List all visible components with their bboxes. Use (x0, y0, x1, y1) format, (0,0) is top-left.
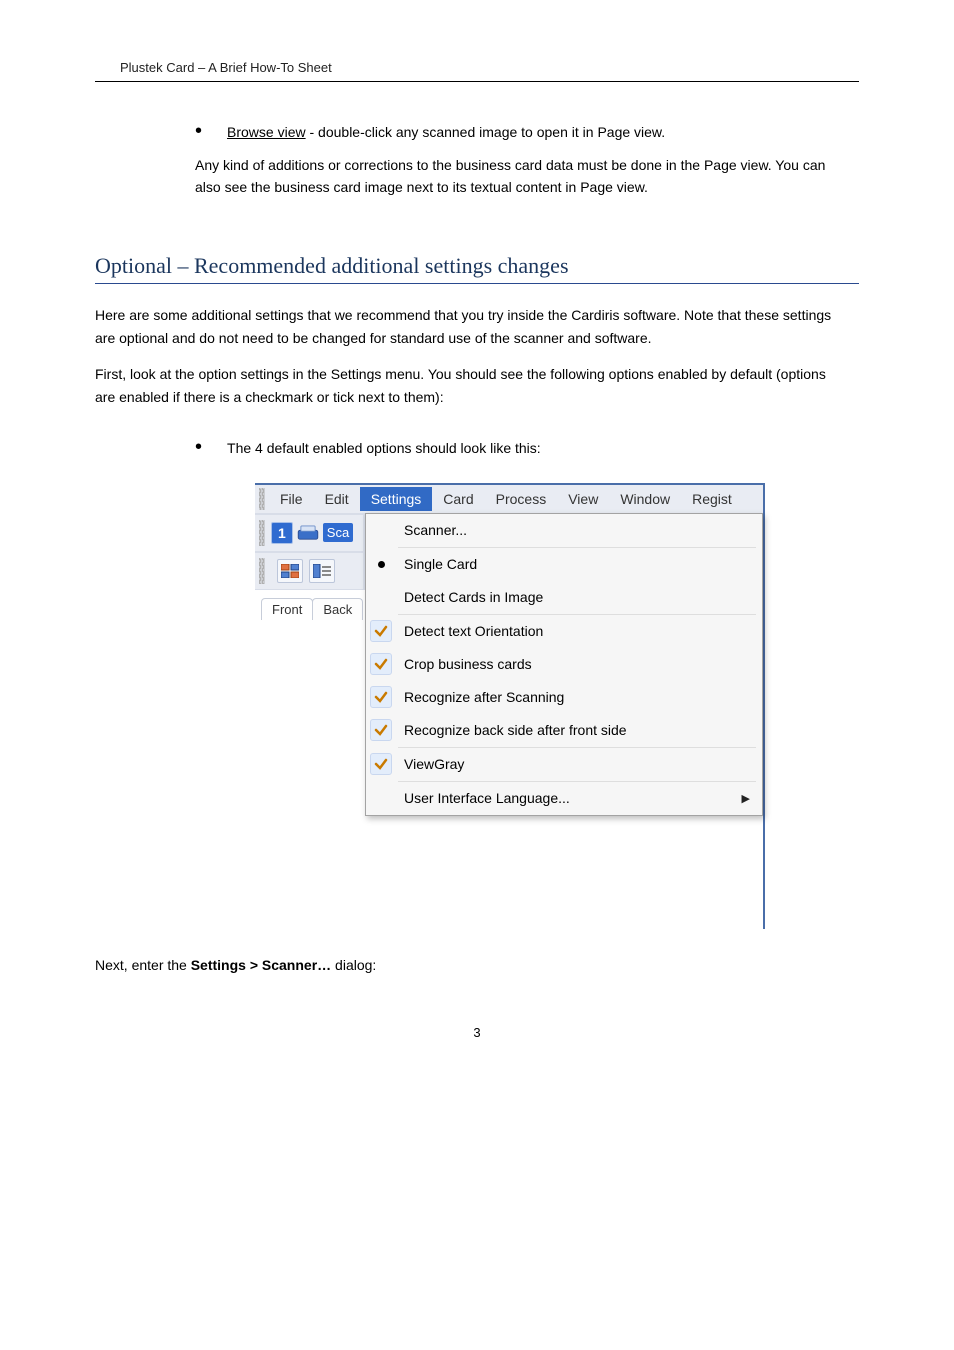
menu-item-recognize-back[interactable]: Recognize back side after front side (366, 714, 762, 747)
drag-grip-icon (259, 520, 265, 546)
menu-view[interactable]: View (557, 487, 609, 511)
menu-item-single-card[interactable]: Single Card (366, 548, 762, 581)
menu-item-detect-cards[interactable]: Detect Cards in Image (366, 581, 762, 614)
radio-selected-icon (378, 561, 385, 568)
menu-item-scanner[interactable]: Scanner... (366, 514, 762, 547)
checkmark-icon (370, 653, 392, 675)
app-screenshot: File Edit Settings Card Process View Win… (255, 483, 765, 929)
paragraph-pageview: Any kind of additions or corrections to … (195, 155, 829, 198)
menu-item-viewgray[interactable]: ViewGray (366, 748, 762, 781)
menu-item-recognize-after[interactable]: Recognize after Scanning (366, 681, 762, 714)
menu-register[interactable]: Regist (681, 487, 743, 511)
scanner-icon (297, 525, 319, 541)
bullet-text: Browse view - double-click any scanned i… (227, 122, 665, 143)
bullet-item-1: • Browse view - double-click any scanned… (195, 122, 859, 143)
bullet-dot: • (195, 124, 202, 138)
view-mode-button-1[interactable] (277, 559, 303, 583)
page-number: 3 (95, 1025, 859, 1040)
settings-dropdown: Scanner... Single Card Detect Cards in I… (365, 513, 763, 816)
tab-front[interactable]: Front (261, 598, 313, 620)
page-header: Plustek Card – A Brief How-To Sheet (120, 60, 859, 75)
scan-button[interactable]: Sca (323, 523, 353, 542)
checkmark-icon (370, 620, 392, 642)
menu-file[interactable]: File (269, 487, 314, 511)
menu-edit[interactable]: Edit (314, 487, 360, 511)
section-para-2: First, look at the option settings in th… (95, 363, 839, 408)
submenu-arrow-icon: ▶ (742, 792, 750, 805)
menu-item-crop[interactable]: Crop business cards (366, 648, 762, 681)
section-divider (95, 283, 859, 284)
checkmark-icon (370, 719, 392, 741)
menu-card[interactable]: Card (432, 487, 484, 511)
drag-grip-icon (259, 558, 265, 584)
bullet-dot: • (195, 440, 202, 454)
menu-process[interactable]: Process (485, 487, 558, 511)
section-para-1: Here are some additional settings that w… (95, 304, 839, 349)
menu-window[interactable]: Window (609, 487, 681, 511)
checkmark-icon (370, 686, 392, 708)
menu-settings[interactable]: Settings (360, 487, 433, 511)
bullet-item-2: • The 4 default enabled options should l… (195, 438, 859, 459)
menu-item-detect-text[interactable]: Detect text Orientation (366, 615, 762, 648)
header-divider (95, 81, 859, 82)
footnote-para: Next, enter the Settings > Scanner… dial… (95, 955, 839, 977)
section-heading: Optional – Recommended additional settin… (95, 253, 859, 279)
menu-item-ui-language[interactable]: User Interface Language... ▶ (366, 782, 762, 815)
toolbar-badge: 1 (271, 522, 293, 544)
menubar: File Edit Settings Card Process View Win… (255, 483, 763, 513)
view-mode-button-2[interactable] (309, 559, 335, 583)
checkmark-icon (370, 753, 392, 775)
drag-grip-icon (259, 488, 265, 510)
tab-back[interactable]: Back (312, 598, 363, 620)
bullet-text: The 4 default enabled options should loo… (227, 438, 541, 459)
